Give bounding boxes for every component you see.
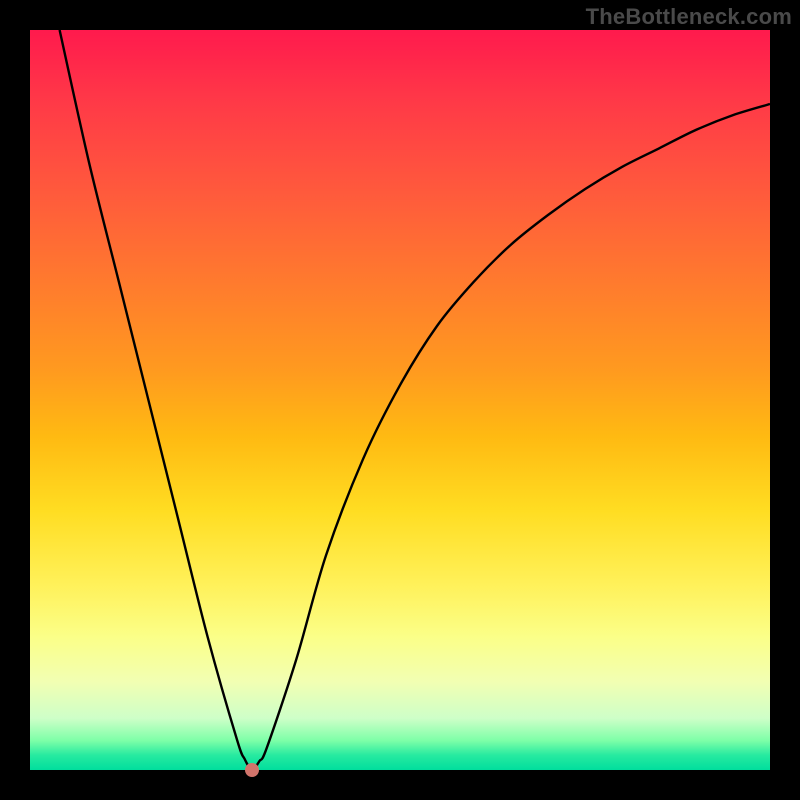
plot-area [30,30,770,770]
bottleneck-curve [60,30,770,770]
watermark-label: TheBottleneck.com [586,4,792,30]
min-marker-dot [245,763,259,777]
curve-svg [30,30,770,770]
chart-container: TheBottleneck.com [0,0,800,800]
